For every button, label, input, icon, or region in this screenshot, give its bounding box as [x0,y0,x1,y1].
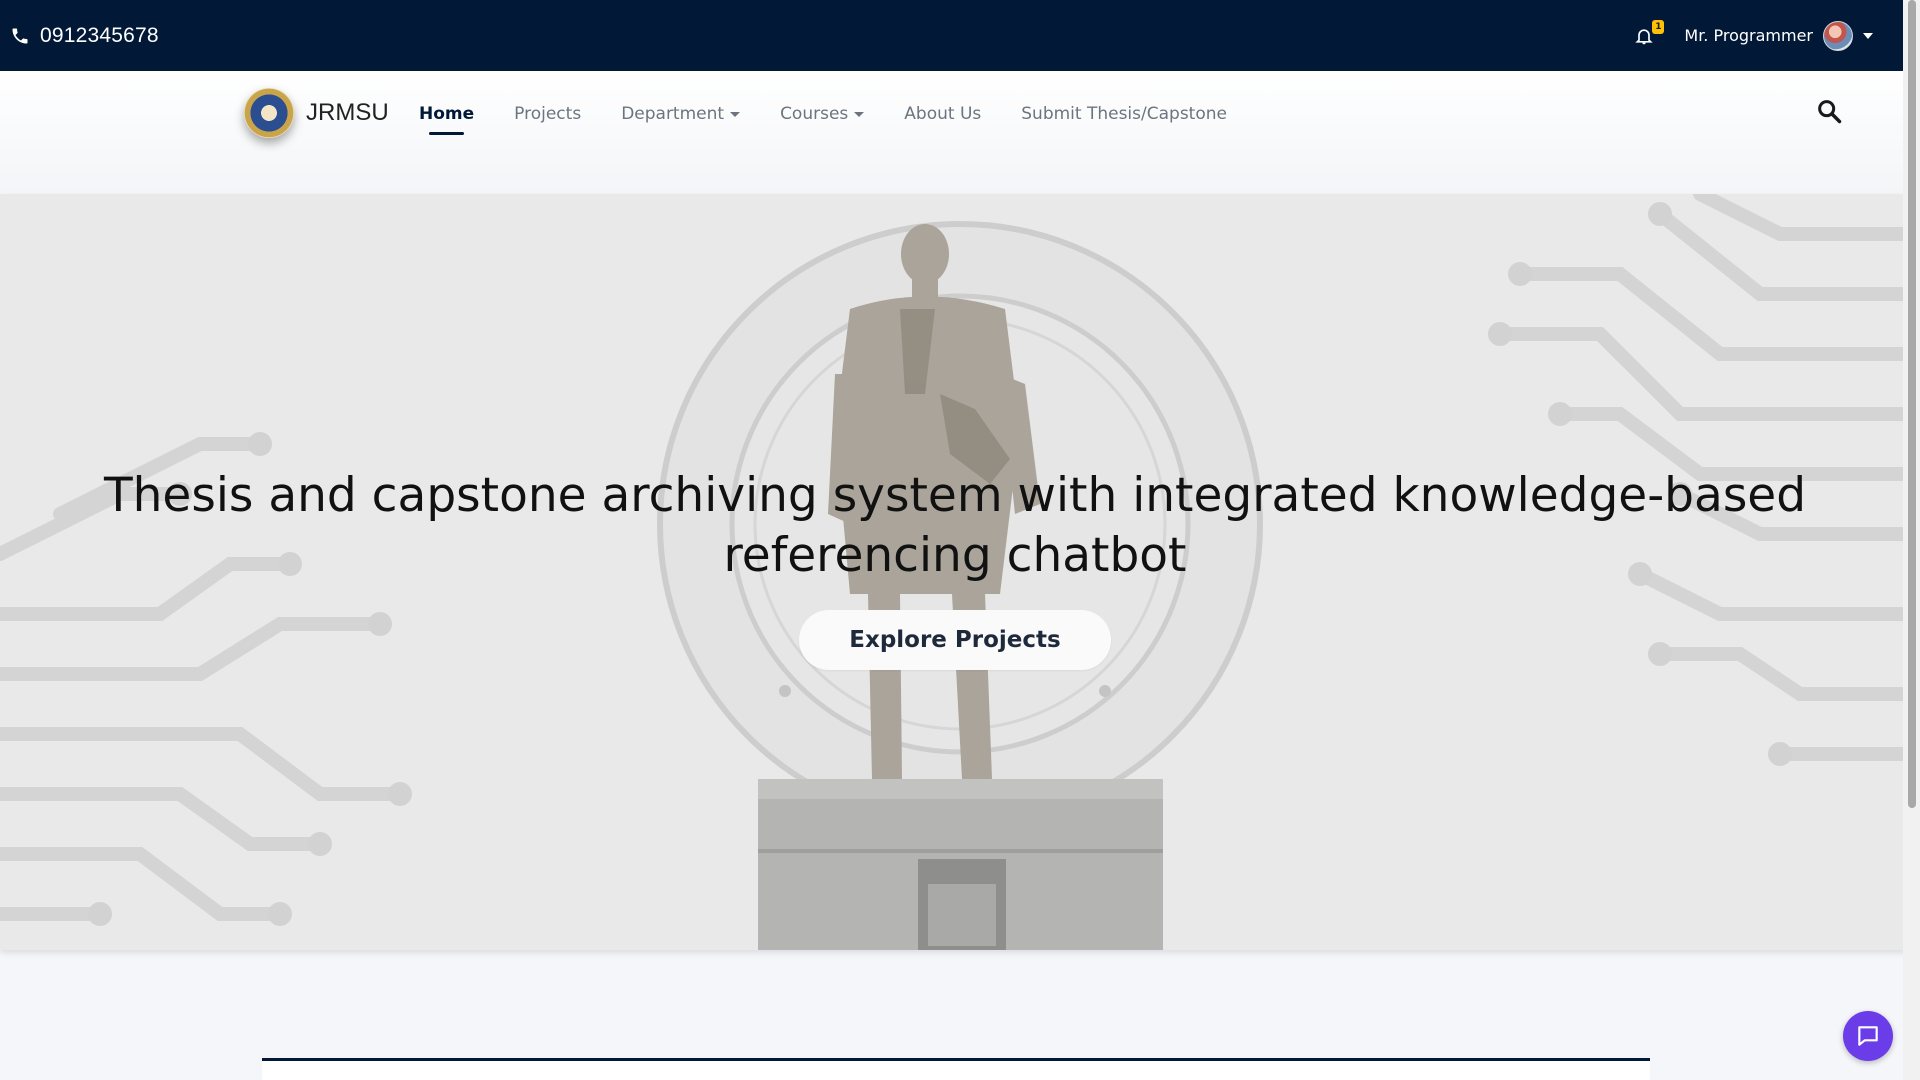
caret-down-icon [1863,32,1873,39]
nav-item-label: Courses [780,104,849,124]
phone-number: 0912345678 [40,23,159,47]
nav-item-label: About Us [904,104,982,124]
contact-phone: 0912345678 [10,24,159,48]
hero-content: Thesis and capstone archiving system wit… [0,466,1910,670]
hero-banner: Thesis and capstone archiving system wit… [0,194,1910,950]
nav-item-label: Department [621,104,725,124]
nav-item-label: Projects [514,104,582,124]
nav-item-label: Home [419,104,475,124]
nav-item-home[interactable]: Home [419,99,475,135]
chat-icon [1858,1026,1878,1046]
top-bar: 0912345678 1 Mr. Programmer [0,0,1903,71]
user-name: Mr. Programmer [1684,26,1813,45]
explore-projects-button[interactable]: Explore Projects [799,610,1111,670]
notifications-button[interactable]: 1 [1632,19,1665,48]
hero-title: Thesis and capstone archiving system wit… [103,468,1807,583]
brand-link[interactable]: JRMSU [244,88,389,138]
nav-item-projects[interactable]: Projects [514,99,581,129]
chatbot-button[interactable] [1843,1011,1893,1061]
search-icon [1818,100,1842,124]
brand-name: JRMSU [306,99,389,126]
scrollbar-thumb[interactable] [1908,0,1916,808]
main-navbar: JRMSU Home Projects Department Courses A… [0,71,1903,194]
chevron-down-icon [730,111,741,117]
user-menu[interactable]: Mr. Programmer [1684,20,1873,51]
notification-count-badge: 1 [1652,19,1665,34]
avatar [1823,20,1853,51]
nav-item-submit-thesis[interactable]: Submit Thesis/Capstone [1021,99,1227,129]
content-card [262,1058,1650,1080]
bell-icon [1635,28,1654,44]
phone-icon [12,28,28,43]
chevron-down-icon [854,111,865,117]
nav-item-label: Submit Thesis/Capstone [1021,104,1227,124]
search-button[interactable] [1813,95,1845,127]
nav-menu: Home Projects Department Courses About U… [419,99,1267,135]
university-seal-logo [244,88,294,138]
nav-item-about-us[interactable]: About Us [904,99,981,129]
nav-item-department[interactable]: Department [621,99,741,129]
nav-item-courses[interactable]: Courses [780,99,865,129]
page-scrollbar[interactable] [1903,0,1920,1080]
